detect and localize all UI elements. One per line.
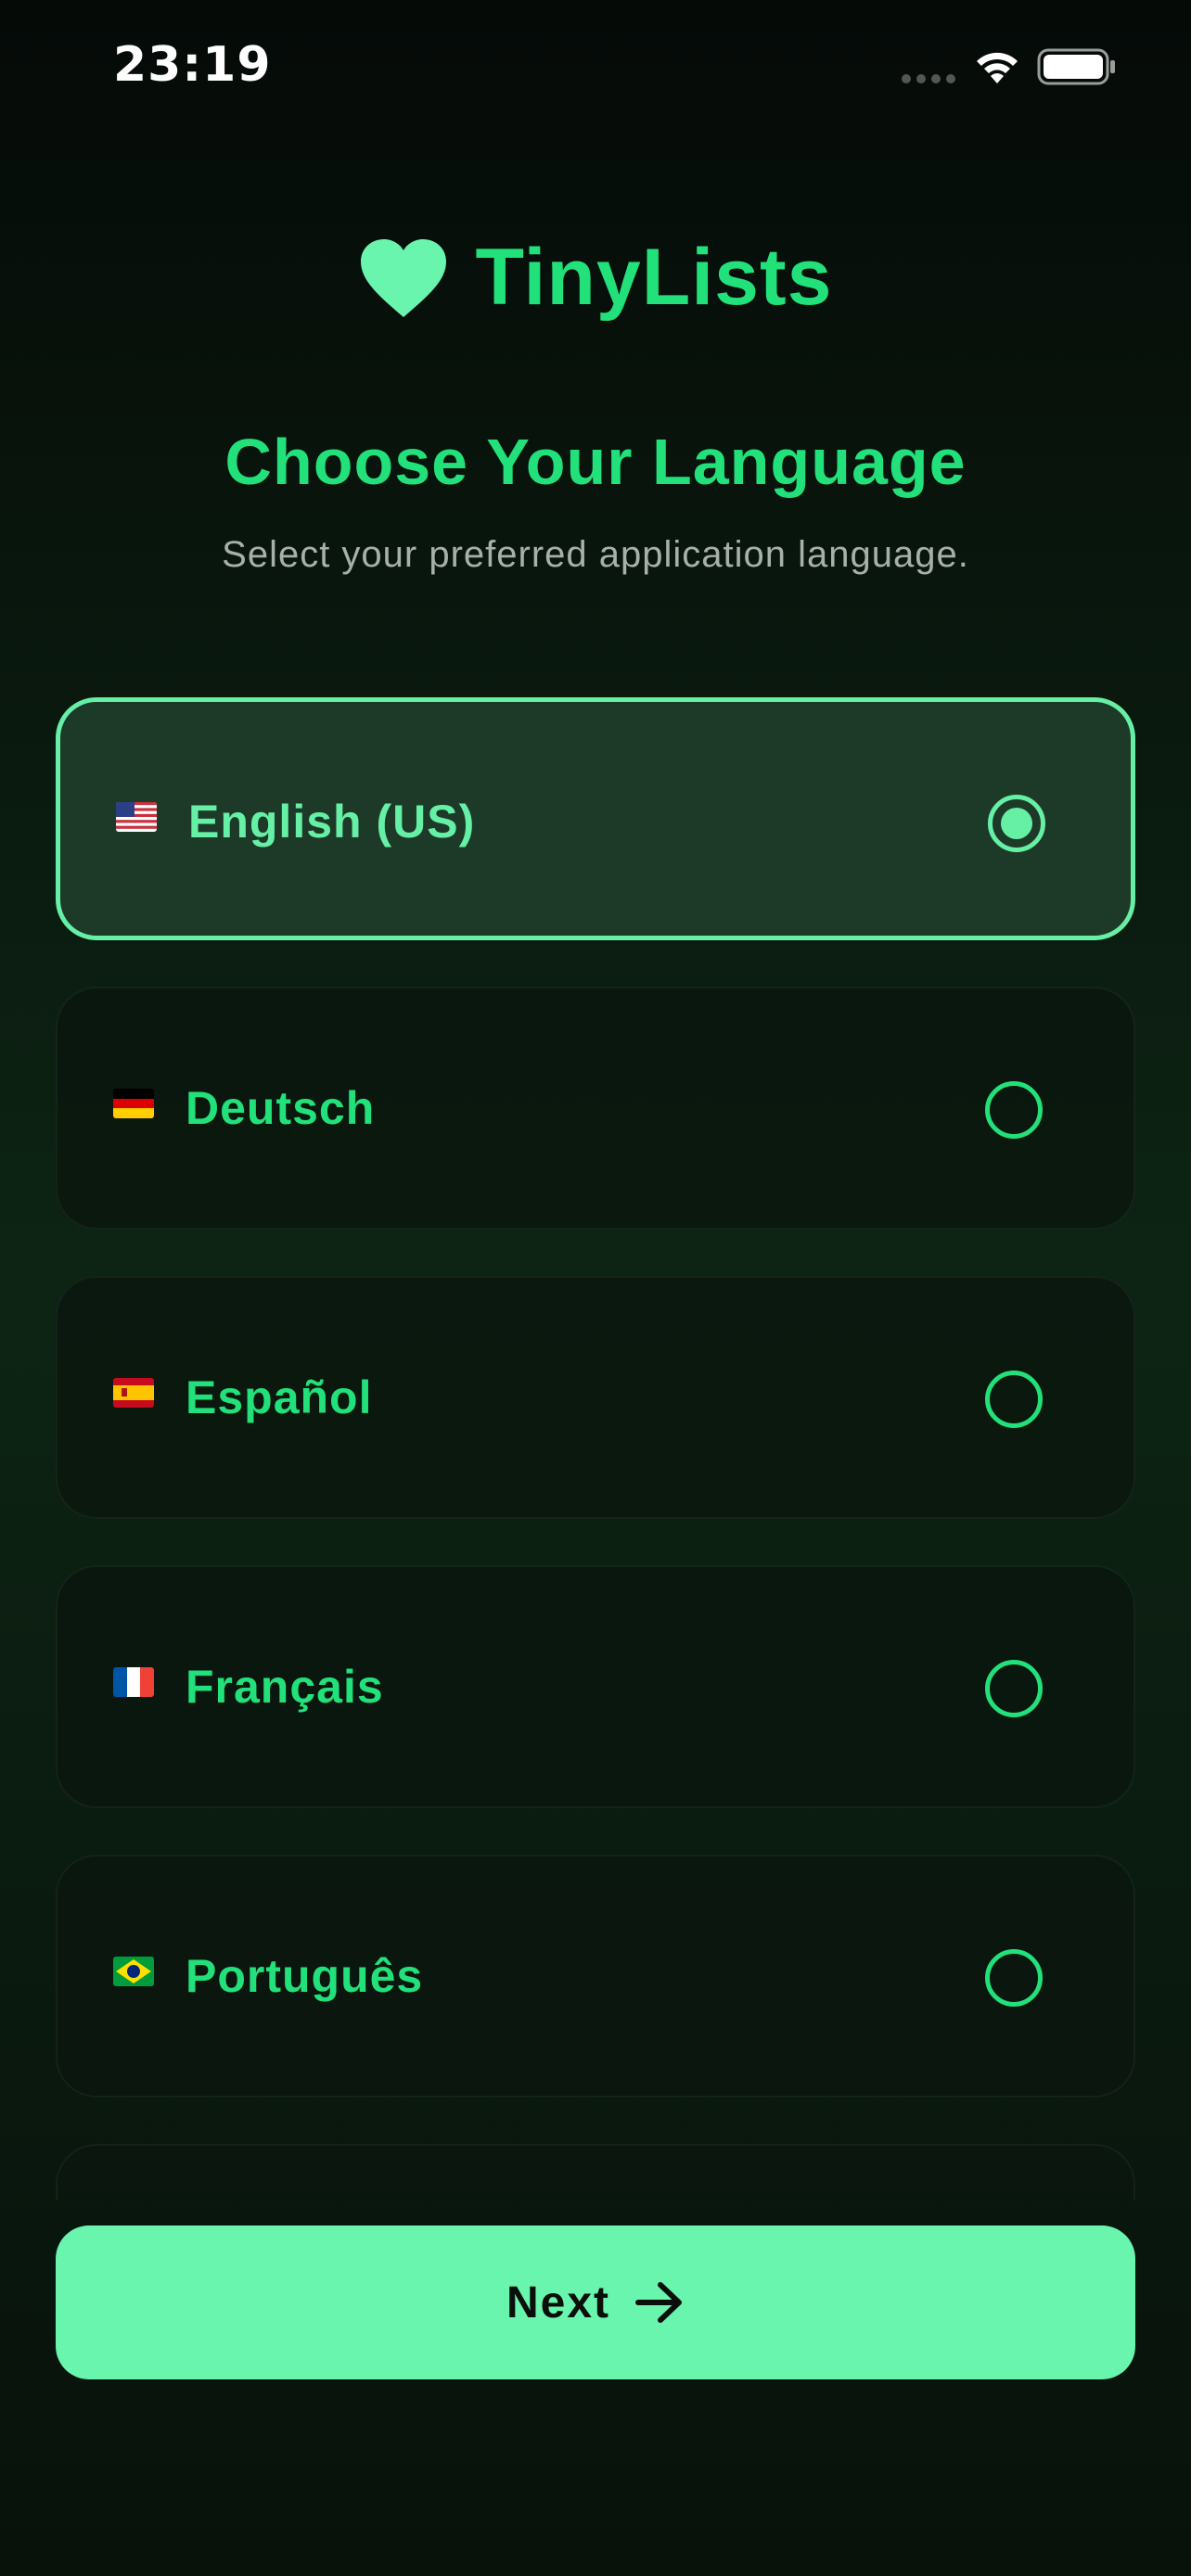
battery-icon [1037, 48, 1115, 85]
next-button-label: Next [506, 2277, 611, 2327]
language-label: Deutsch [186, 1082, 376, 1134]
language-option-espanol[interactable]: Español [56, 1276, 1135, 1519]
radio-selected[interactable] [988, 795, 1045, 852]
radio-unselected[interactable] [985, 1371, 1043, 1428]
page-title: Choose Your Language [224, 426, 967, 498]
de-flag-icon [113, 1089, 154, 1118]
language-label: English (US) [188, 796, 476, 848]
status-time: 23:19 [113, 37, 272, 93]
language-option-more[interactable] [56, 2144, 1135, 2200]
fr-flag-icon [113, 1667, 154, 1697]
language-label: Français [186, 1661, 384, 1713]
language-option-portugues[interactable]: Português [56, 1855, 1135, 2098]
es-flag-icon [113, 1378, 154, 1408]
app-name: TinyLists [475, 233, 833, 322]
language-label: Português [186, 1950, 424, 2002]
language-list[interactable]: English (US) Deutsch Español Français Po… [56, 697, 1135, 2200]
us-flag-icon [116, 802, 157, 832]
arrow-right-icon [635, 2282, 683, 2323]
language-option-deutsch[interactable]: Deutsch [56, 987, 1135, 1230]
radio-unselected[interactable] [985, 1949, 1043, 2007]
heart-icon [360, 238, 446, 317]
status-bar: 23:19 [0, 0, 1191, 139]
radio-unselected[interactable] [985, 1081, 1043, 1139]
language-option-english[interactable]: English (US) [56, 697, 1135, 940]
language-option-francais[interactable]: Français [56, 1565, 1135, 1808]
wifi-icon [977, 52, 1018, 83]
language-label: Español [186, 1371, 373, 1423]
app-logo: TinyLists [0, 232, 1191, 324]
radio-unselected[interactable] [985, 1660, 1043, 1717]
next-button[interactable]: Next [56, 2225, 1135, 2379]
br-flag-icon [113, 1957, 154, 1986]
signal-dots-icon [902, 74, 955, 83]
page-subtitle: Select your preferred application langua… [222, 534, 969, 575]
